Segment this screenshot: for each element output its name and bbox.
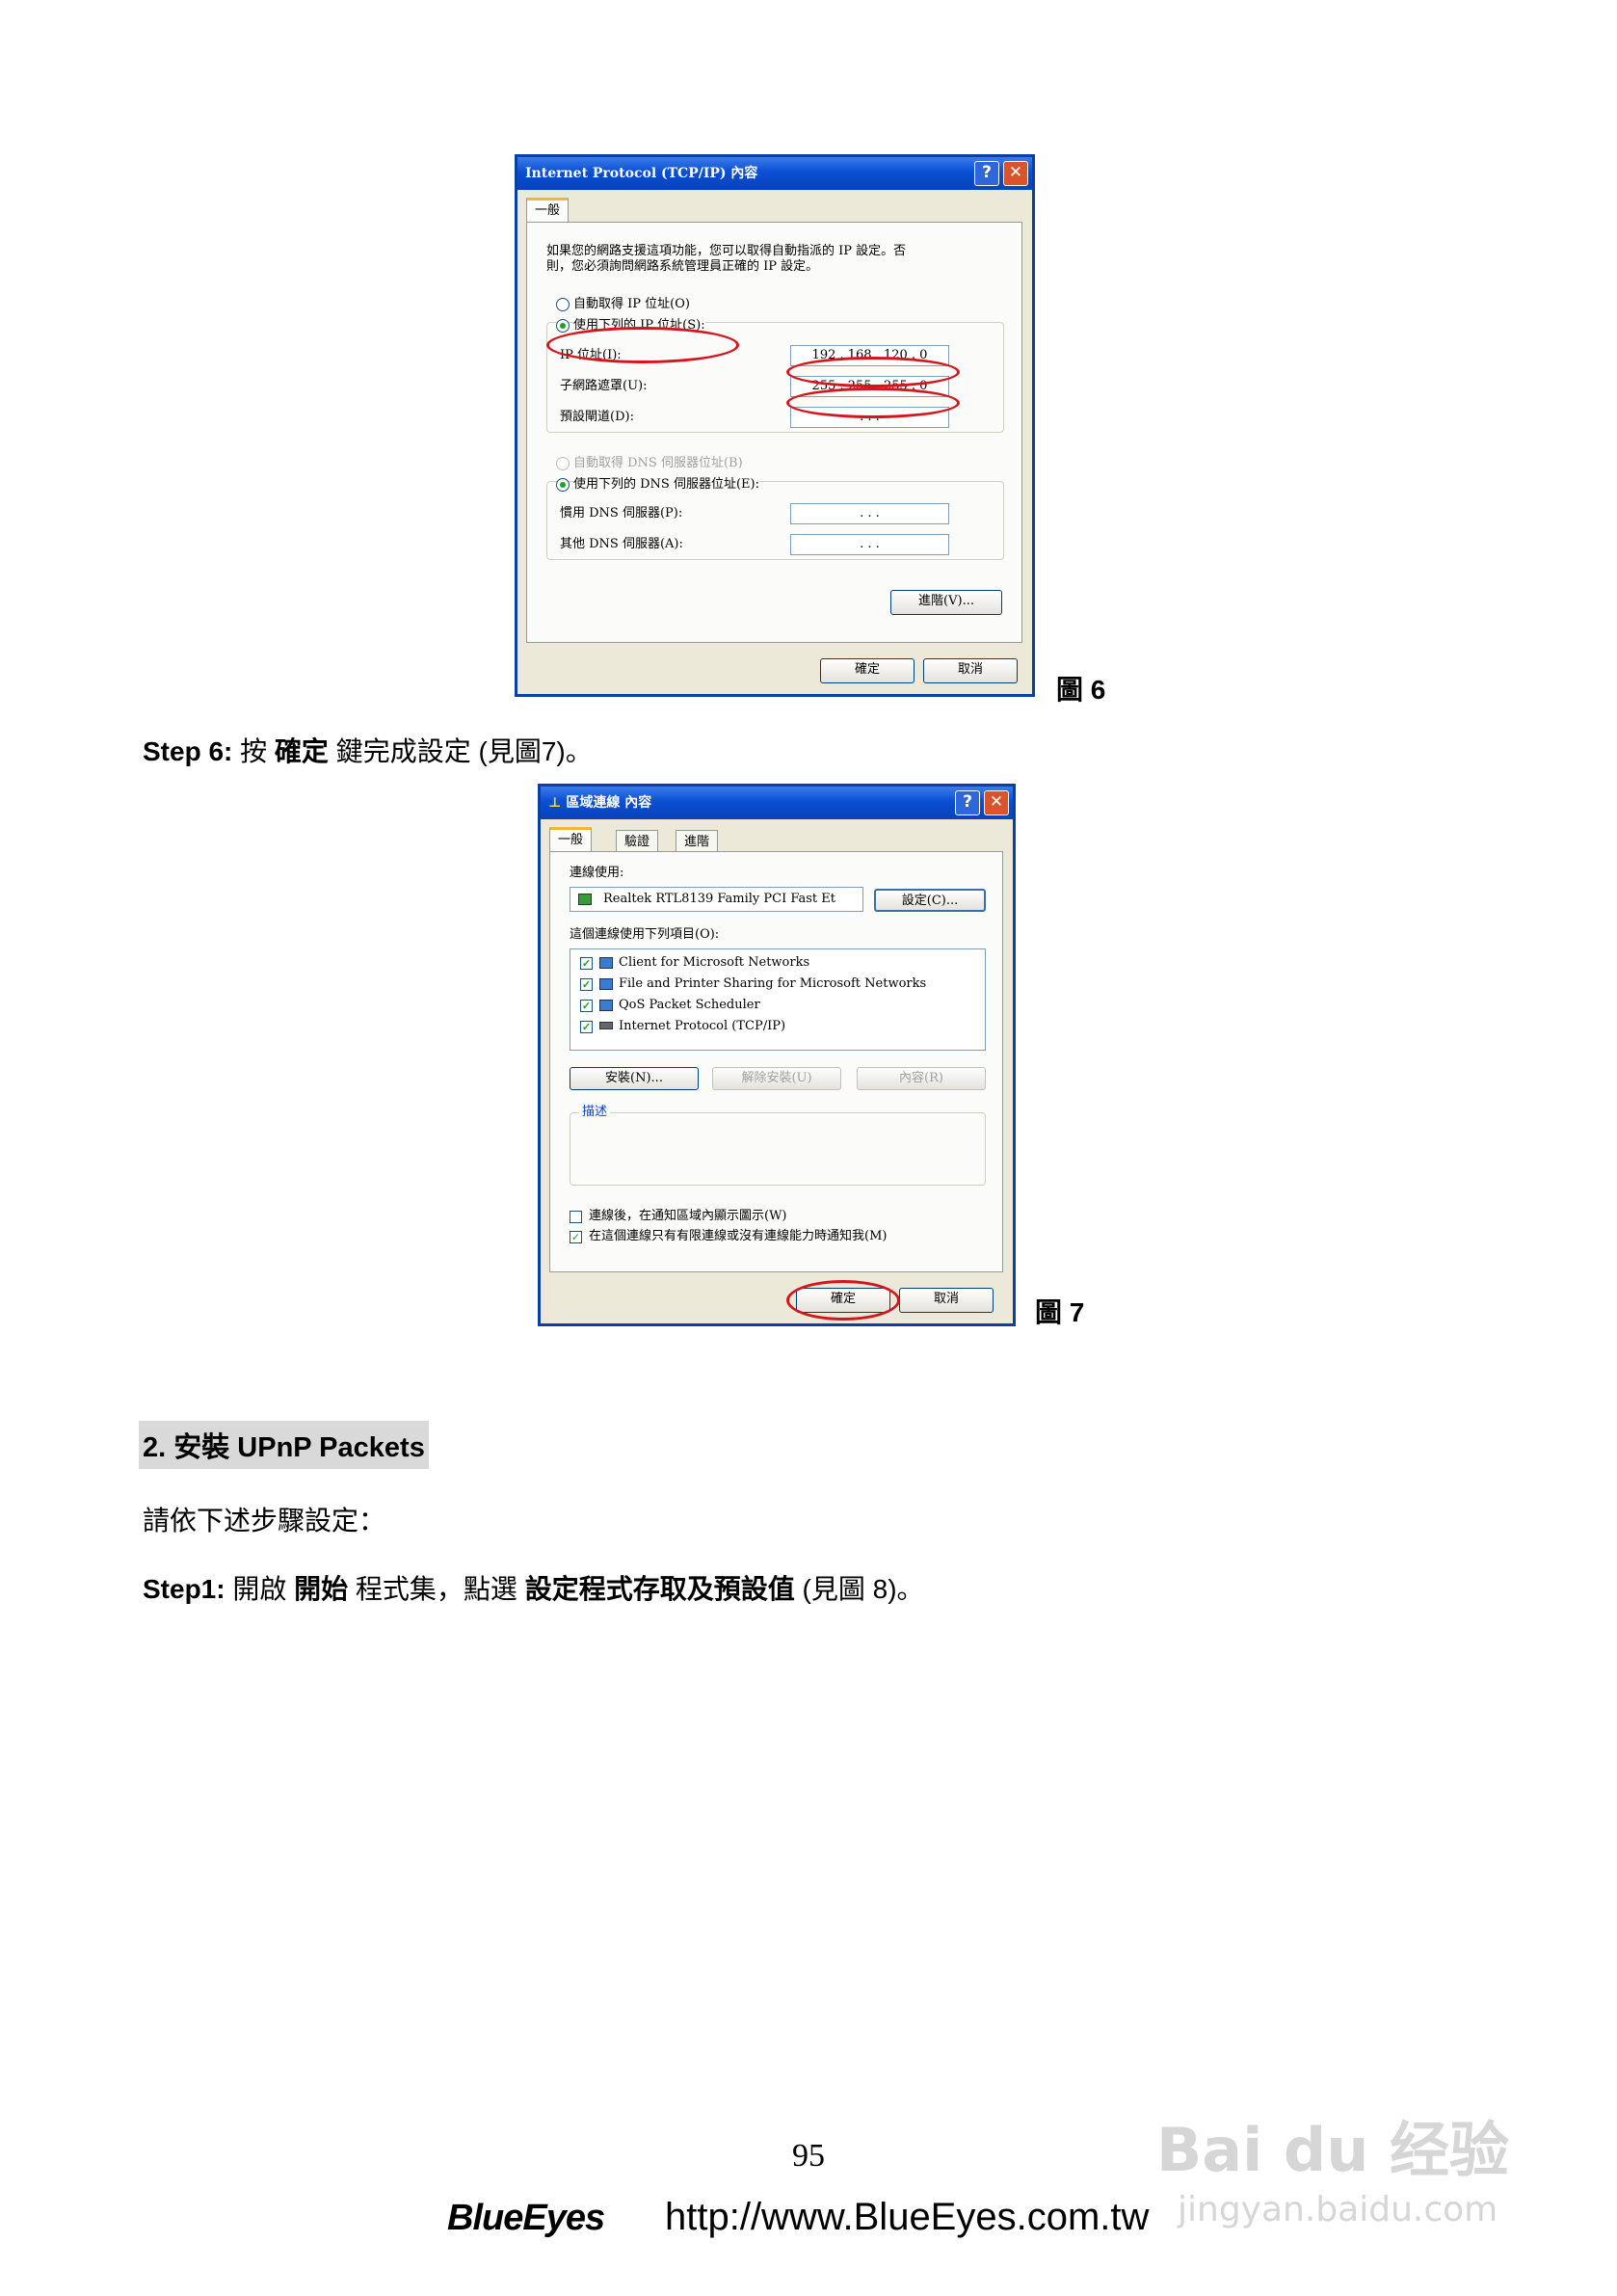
brand-logo: BlueEyes [447,2198,605,2238]
item-label: File and Printer Sharing for Microsoft N… [619,976,927,991]
use-ip-radio[interactable] [556,319,570,333]
auto-ip-radio[interactable] [556,298,570,311]
dialog-title: ⊥ 區域連線 內容 [541,787,1013,819]
notify-checkbox[interactable]: ✓ [570,1231,582,1243]
step6-prefix: Step 6: [143,736,233,766]
step1-paragraph: Step1: 開啟 開始 程式集，點選 設定程式存取及預設值 (見圖 8)。 [143,1568,924,1607]
tcpip-properties-dialog: Internet Protocol (TCP/IP) 內容 ? ✕ 一般 如果您… [515,154,1035,697]
advanced-button[interactable]: 進階(V)... [890,590,1002,615]
step1-text-3: (見圖 8)。 [794,1574,924,1604]
dialog-title-text: 區域連線 內容 [566,795,652,811]
item-label: QoS Packet Scheduler [619,998,760,1012]
adapter-name: Realtek RTL8139 Family PCI Fast Et [603,892,835,906]
close-icon[interactable]: ✕ [984,790,1009,815]
connect-using-label: 連線使用: [570,866,624,880]
step6-text-2: 鍵完成設定 (見圖7)。 [328,736,593,766]
step6-text-1: 按 [232,736,275,766]
show-icon-checkbox[interactable] [570,1211,582,1223]
network-icon: ⊥ [548,795,567,811]
description-label: 描述 [579,1105,611,1120]
section-heading: 2. 安裝 UPnP Packets [139,1421,429,1469]
network-adapter-icon [578,894,592,905]
use-dns-radio[interactable] [556,478,570,492]
footer-url: http://www.BlueEyes.com.tw [665,2196,1150,2238]
list-item[interactable]: ✓ Internet Protocol (TCP/IP) [580,1017,975,1038]
item-checkbox[interactable]: ✓ [580,957,593,970]
ok-button[interactable]: 確定 [820,658,915,683]
protocol-icon [599,1022,613,1029]
auto-ip-label: 自動取得 IP 位址(O) [573,297,690,311]
items-list[interactable]: ✓ Client for Microsoft Networks ✓ File a… [570,948,986,1051]
gateway-label: 預設閘道(D): [560,410,634,424]
step1-bold-1: 開始 [294,1574,349,1604]
highlight-subnet-mask [786,387,960,418]
use-dns-label: 使用下列的 DNS 伺服器位址(E): [573,477,759,493]
lan-properties-dialog: ⊥ 區域連線 內容 ? ✕ 一般 驗證 進階 連線使用: Realtek RTL… [538,784,1016,1326]
close-icon[interactable]: ✕ [1003,161,1028,186]
step1-prefix: Step1: [143,1574,225,1604]
tab-general[interactable]: 一般 [526,198,570,223]
general-panel: 連線使用: Realtek RTL8139 Family PCI Fast Et… [549,851,1003,1272]
alternate-dns-field[interactable]: . . . [790,534,949,555]
uninstall-button[interactable]: 解除安裝(U) [712,1067,841,1090]
highlight-ip-address [786,357,960,387]
properties-button[interactable]: 內容(R) [857,1067,986,1090]
figure-7-caption: 圖 7 [1035,1297,1085,1327]
help-icon[interactable]: ? [955,790,980,815]
description-line-2: 則，您必須詢問網路系統管理員正確的 IP 設定。 [546,259,819,274]
step1-text-2: 程式集，點選 [348,1574,525,1604]
items-label: 這個連線使用下列項目(O): [570,927,720,942]
help-icon[interactable]: ? [974,161,999,186]
subnet-mask-label: 子網路遮罩(U): [560,379,648,393]
step1-text-1: 開啟 [225,1574,295,1604]
file-sharing-icon [599,978,613,990]
description-line-1: 如果您的網路支援這項功能，您可以取得自動指派的 IP 設定。否 [546,244,907,258]
show-icon-label: 連線後，在通知區域內顯示圖示(W) [589,1209,787,1223]
client-icon [599,957,613,969]
section-intro: 請依下述步驟設定： [143,1506,386,1535]
watermark-logo: Bai du 经验 [1156,2115,1510,2185]
notify-label: 在這個連線只有有限連線或沒有連線能力時通知我(M) [589,1229,888,1243]
list-item[interactable]: ✓ QoS Packet Scheduler [580,996,975,1017]
description-group [570,1112,986,1186]
preferred-dns-field[interactable]: . . . [790,503,949,524]
watermark-url: jingyan.baidu.com [1178,2190,1498,2229]
item-checkbox[interactable]: ✓ [580,1021,593,1033]
item-checkbox[interactable]: ✓ [580,1000,593,1012]
alternate-dns-label: 其他 DNS 伺服器(A): [560,537,683,551]
qos-icon [599,1000,613,1011]
item-checkbox[interactable]: ✓ [580,978,593,991]
step1-bold-2: 設定程式存取及預設值 [524,1574,795,1604]
tab-general[interactable]: 一般 [549,827,593,852]
cancel-button[interactable]: 取消 [899,1288,994,1313]
preferred-dns-label: 慣用 DNS 伺服器(P): [560,506,683,521]
step6-paragraph: Step 6: 按 確定 鍵完成設定 (見圖7)。 [143,731,593,769]
list-item[interactable]: ✓ Client for Microsoft Networks [580,953,975,974]
configure-button[interactable]: 設定(C)... [874,889,986,912]
adapter-field: Realtek RTL8139 Family PCI Fast Et [570,887,863,912]
install-button[interactable]: 安裝(N)... [570,1067,699,1090]
list-item[interactable]: ✓ File and Printer Sharing for Microsoft… [580,974,975,996]
highlight-ok-button [786,1280,900,1321]
dialog-title: Internet Protocol (TCP/IP) 內容 [517,157,1032,190]
figure-6-caption: 圖 6 [1056,675,1106,705]
tab-advanced[interactable]: 進階 [676,830,719,852]
tab-authentication[interactable]: 驗證 [616,830,659,852]
auto-dns-radio[interactable] [556,457,570,470]
cancel-button[interactable]: 取消 [923,658,1018,683]
highlight-use-ip [546,327,739,363]
step6-bold: 確定 [274,736,329,766]
item-label: Client for Microsoft Networks [619,955,810,970]
item-label: Internet Protocol (TCP/IP) [619,1019,786,1033]
page-number: 95 [792,2138,825,2174]
auto-dns-label: 自動取得 DNS 伺服器位址(B) [573,456,743,470]
general-panel: 如果您的網路支援這項功能，您可以取得自動指派的 IP 設定。否 則，您必須詢問網… [526,222,1022,643]
